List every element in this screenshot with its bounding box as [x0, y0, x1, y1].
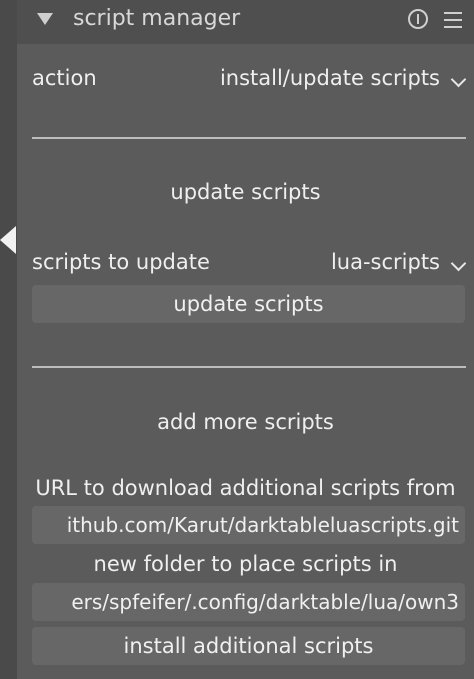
folder-label: new folder to place scripts in — [93, 552, 398, 576]
left-panel-edge — [0, 0, 17, 679]
url-input-value: ithub.com/Karut/darktableluascripts.git — [66, 513, 459, 537]
scripts-to-update-label: scripts to update — [32, 250, 210, 274]
chevron-down-icon[interactable] — [450, 71, 467, 88]
chevron-down-icon[interactable] — [450, 255, 467, 272]
collapse-panel-arrow-icon[interactable] — [0, 226, 16, 254]
update-scripts-button[interactable]: update scripts — [32, 285, 465, 323]
info-icon[interactable] — [408, 9, 428, 29]
scripts-to-update-value[interactable]: lua-scripts — [331, 250, 440, 274]
install-additional-scripts-button[interactable]: install additional scripts — [32, 627, 465, 665]
presets-menu-icon[interactable] — [444, 9, 462, 29]
expand-triangle-icon[interactable] — [37, 13, 53, 25]
module-title: script manager — [73, 6, 241, 31]
scripts-to-update-dropdown[interactable]: scripts to update lua-scripts — [32, 250, 467, 280]
folder-input[interactable]: ers/spfeifer/.config/darktable/lua/own3 — [32, 583, 465, 621]
separator — [32, 137, 466, 139]
action-value[interactable]: install/update scripts — [220, 66, 440, 90]
folder-input-value: ers/spfeifer/.config/darktable/lua/own3 — [71, 590, 459, 614]
url-input[interactable]: ithub.com/Karut/darktableluascripts.git — [32, 506, 465, 544]
url-label: URL to download additional scripts from — [35, 476, 456, 500]
module-header[interactable]: script manager — [17, 0, 474, 44]
action-dropdown[interactable]: action install/update scripts — [32, 66, 467, 96]
add-more-scripts-heading: add more scripts — [157, 410, 334, 434]
action-label: action — [32, 66, 97, 90]
separator — [32, 366, 466, 368]
update-scripts-heading: update scripts — [170, 180, 321, 204]
